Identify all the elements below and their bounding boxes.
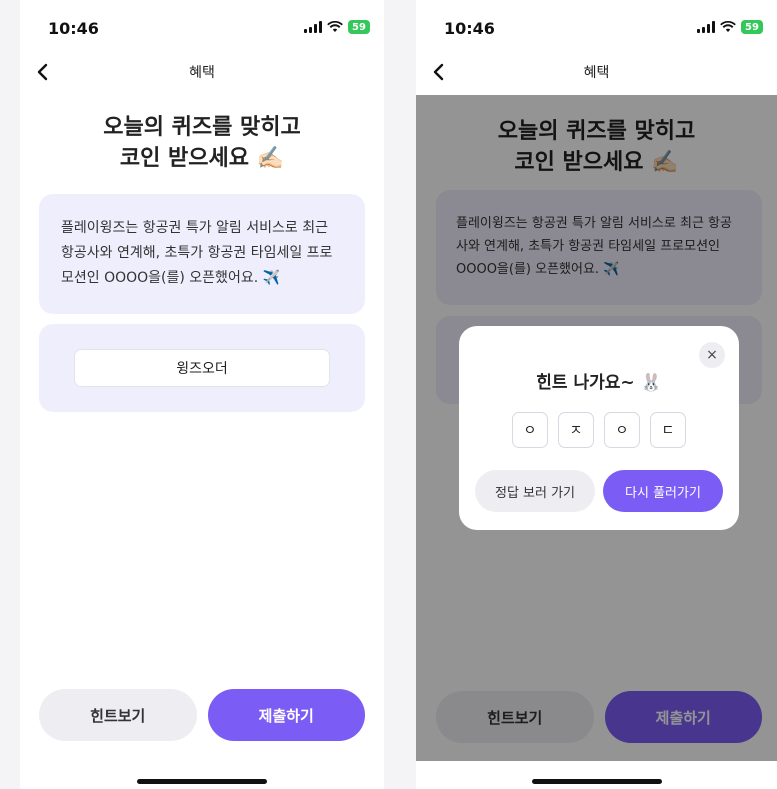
modal-title: 힌트 나가요~ 🐰 (536, 373, 662, 393)
answer-card: 윙즈오더 (39, 324, 365, 412)
cellular-signal-icon (697, 21, 715, 33)
view-answer-button[interactable]: 정답 보러 가기 (475, 470, 595, 512)
hint-letter-box: ㅇ (604, 412, 640, 448)
home-indicator (137, 779, 267, 784)
quiz-screen: 10:46 59 혜택 오늘의 퀴즈를 맞히고 코인 받으세요 ✍🏻 플레이윙즈… (20, 0, 384, 789)
status-time: 10:46 (48, 19, 99, 38)
battery-icon: 59 (741, 20, 763, 34)
modal-buttons: 정답 보러 가기 다시 풀러가기 (475, 470, 723, 512)
hint-button[interactable]: 힌트보기 (39, 689, 197, 741)
status-bar: 10:46 59 (416, 0, 777, 50)
headline-line-1: 오늘의 퀴즈를 맞히고 (103, 115, 301, 140)
hint-letter-box: ㅇ (512, 412, 548, 448)
home-indicator (531, 779, 662, 784)
cellular-signal-icon (304, 21, 322, 33)
status-bar: 10:46 59 (20, 0, 384, 50)
wifi-icon (327, 21, 343, 32)
hint-letter-box: ㅈ (558, 412, 594, 448)
headline-line-2: 코인 받으세요 (119, 146, 250, 171)
page-title: 혜택 (583, 65, 610, 81)
nav-bar: 혜택 (20, 50, 384, 95)
answer-input[interactable]: 윙즈오더 (74, 349, 330, 387)
wifi-icon (720, 21, 736, 32)
quiz-hint-screen: 10:46 59 혜택 오늘의 퀴즈를 맞히고 코인 받으세요 ✍🏻 플레이윙즈… (416, 0, 777, 789)
bottom-buttons: 힌트보기 제출하기 (39, 689, 365, 741)
nav-bar: 혜택 (416, 50, 777, 95)
writing-hand-icon: ✍🏻 (256, 146, 285, 171)
quiz-headline: 오늘의 퀴즈를 맞히고 코인 받으세요 ✍🏻 (20, 112, 384, 174)
page-title: 혜택 (189, 65, 215, 81)
hint-letters: ㅇ ㅈ ㅇ ㄷ (459, 412, 739, 448)
status-time: 10:46 (444, 19, 495, 38)
question-card: 플레이윙즈는 항공권 특가 알림 서비스로 최근 항공사와 연계해, 초특가 항… (39, 194, 365, 314)
hint-modal: × 힌트 나가요~ 🐰 ㅇ ㅈ ㅇ ㄷ 정답 보러 가기 다시 풀러가기 (459, 326, 739, 530)
hint-letter-box: ㄷ (650, 412, 686, 448)
close-icon[interactable]: × (699, 342, 725, 368)
battery-icon: 59 (348, 20, 370, 34)
submit-button[interactable]: 제출하기 (207, 689, 365, 741)
retry-button[interactable]: 다시 풀러가기 (603, 470, 723, 512)
